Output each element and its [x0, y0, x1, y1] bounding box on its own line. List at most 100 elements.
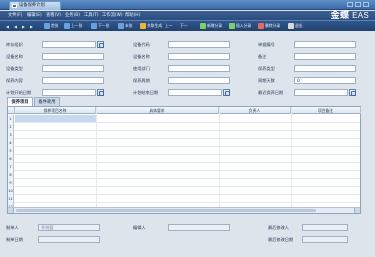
- tab-equipment-maintenance-plan[interactable]: 设备保养计划: [9, 1, 61, 10]
- label-create-date: 制单日期: [6, 237, 23, 242]
- label-plan-start-date: 计划开始日期: [6, 90, 32, 95]
- maximize-icon[interactable]: [355, 2, 361, 7]
- plan-start-date-picker[interactable]: [97, 89, 104, 96]
- table-row[interactable]: [8, 202, 360, 203]
- scrollbar-thumb[interactable]: [16, 209, 316, 212]
- table-row[interactable]: [8, 122, 360, 123]
- page-down-button[interactable]: 下一: [180, 22, 188, 30]
- label-equipment-name-1: 设备名称: [6, 54, 23, 59]
- equipment-name-field-2[interactable]: [168, 53, 230, 60]
- tab-spare-parts[interactable]: 备件耗用: [34, 97, 60, 106]
- application-window: 设备保养计划 文件(F) 编辑(E) 查看(V) 业务(B) 工具(T) 工作流…: [0, 0, 375, 257]
- equipment-name-field-1[interactable]: [42, 53, 104, 60]
- scroll-left-icon[interactable]: [8, 208, 14, 213]
- maintenance-type-field[interactable]: [294, 65, 356, 72]
- nav-first-button[interactable]: ◀: [6, 22, 9, 30]
- last-maintenance-date-picker[interactable]: [349, 89, 356, 96]
- label-last-maintenance-date: 最近保养日期: [258, 90, 284, 95]
- maintenance-cycle-field[interactable]: [168, 77, 230, 84]
- page-up-button[interactable]: 上一: [165, 22, 173, 30]
- menu-file[interactable]: 文件(F): [8, 11, 22, 20]
- table-row[interactable]: [8, 154, 360, 155]
- menu-edit[interactable]: 编辑(E): [27, 11, 42, 20]
- inventory-org-field[interactable]: [42, 41, 96, 48]
- column-header-item-remark[interactable]: 项目备注: [291, 107, 361, 114]
- menu-bar: 文件(F) 编辑(E) 查看(V) 业务(B) 工具(T) 工作流(W) 帮助(…: [0, 11, 375, 20]
- minimize-icon[interactable]: [347, 2, 353, 7]
- column-header-item-name[interactable]: 保养项目名称: [15, 107, 96, 114]
- first-button[interactable]: 首张: [44, 22, 59, 30]
- close-icon[interactable]: [363, 2, 369, 7]
- first-icon: [44, 23, 50, 29]
- row-number: 7: [8, 163, 14, 171]
- toolbar: ◀ ◀ ▶ ▶ 首张 上一张 下一张 末张 关联生成 上一 下一 新增分录 插入…: [0, 20, 375, 31]
- last-maintenance-date-field[interactable]: [294, 89, 348, 96]
- document-number-field[interactable]: [294, 41, 356, 48]
- exit-button[interactable]: 退出: [288, 22, 303, 30]
- plan-start-date-field[interactable]: [42, 89, 96, 96]
- label-creator: 制单人: [6, 225, 19, 230]
- table-row[interactable]: [8, 162, 360, 163]
- column-header-requirement[interactable]: 具体要求: [96, 107, 219, 114]
- menu-help[interactable]: 帮助(H): [125, 11, 140, 20]
- menu-view[interactable]: 查看(V): [46, 11, 61, 20]
- prev-button[interactable]: 上一张: [64, 22, 82, 30]
- link-generate-button[interactable]: 关联生成: [140, 22, 162, 30]
- label-equipment-code: 设备代码: [133, 42, 150, 47]
- menu-workflow[interactable]: 工作流(W): [102, 11, 123, 20]
- column-header-owner[interactable]: 负责人: [219, 107, 291, 114]
- grid-corner: [8, 107, 15, 114]
- label-maintenance-content: 保养内容: [6, 78, 23, 83]
- label-last-modified-date: 最后修改日期: [268, 237, 294, 242]
- label-equipment-type: 设备类型: [6, 66, 23, 71]
- label-cycle-days: 周期天数: [258, 78, 275, 83]
- row-number: 4: [8, 139, 14, 147]
- row-number: 6: [8, 155, 14, 163]
- maintenance-content-field[interactable]: [42, 77, 104, 84]
- add-entry-button[interactable]: 新增分录: [200, 22, 222, 30]
- menu-tools[interactable]: 工具(T): [84, 11, 99, 20]
- remark-field[interactable]: [294, 53, 356, 60]
- plan-end-date-field[interactable]: [168, 89, 222, 96]
- exit-icon: [288, 23, 294, 29]
- create-date-field: [38, 236, 100, 243]
- inventory-org-picker[interactable]: [97, 41, 104, 48]
- table-row[interactable]: [8, 170, 360, 171]
- user-department-field[interactable]: [168, 65, 230, 72]
- last-modifier-field: [302, 224, 348, 231]
- table-row[interactable]: [8, 178, 360, 179]
- cycle-days-value: 0: [297, 78, 300, 83]
- nav-next-button[interactable]: ▶: [22, 22, 25, 30]
- tab-maintenance-items[interactable]: 保养项目: [7, 97, 33, 106]
- table-row[interactable]: [8, 146, 360, 147]
- column-divider: [96, 107, 97, 213]
- insert-entry-button[interactable]: 插入分录: [229, 22, 251, 30]
- row-number: 5: [8, 147, 14, 155]
- row-number: 9: [8, 179, 14, 187]
- label-equipment-name-2: 设备名称: [133, 54, 150, 59]
- next-button[interactable]: 下一张: [91, 22, 109, 30]
- table-row[interactable]: [8, 194, 360, 195]
- cycle-days-field[interactable]: 0: [294, 77, 356, 84]
- grid-header: 保养项目名称 具体要求 负责人 项目备注: [8, 107, 361, 114]
- selected-cell[interactable]: [15, 115, 96, 122]
- equipment-type-field[interactable]: [42, 65, 104, 72]
- creator-value: 系统管: [41, 225, 54, 230]
- horizontal-scrollbar[interactable]: [8, 207, 360, 213]
- insert-entry-icon: [229, 23, 235, 29]
- plan-end-date-picker[interactable]: [223, 89, 230, 96]
- last-button[interactable]: 末张: [118, 22, 133, 30]
- equipment-code-field[interactable]: [168, 41, 230, 48]
- table-row[interactable]: [8, 138, 360, 139]
- column-divider: [291, 107, 292, 213]
- scroll-right-icon[interactable]: [354, 208, 360, 213]
- table-row[interactable]: [8, 186, 360, 187]
- table-row[interactable]: [8, 130, 360, 131]
- nav-last-button[interactable]: ▶: [30, 22, 33, 30]
- menu-business[interactable]: 业务(B): [65, 11, 80, 20]
- logo-suffix: EAS: [352, 11, 369, 20]
- maintenance-items-grid: 保养项目名称 具体要求 负责人 项目备注 123456789101112: [7, 106, 361, 214]
- header-form: 库存组织 设备名称 设备类型 保养内容 计划开始日期 设备代码 设备名称 使用部…: [0, 32, 375, 96]
- delete-entry-button[interactable]: 删除分录: [258, 22, 280, 30]
- nav-prev-button[interactable]: ◀: [14, 22, 17, 30]
